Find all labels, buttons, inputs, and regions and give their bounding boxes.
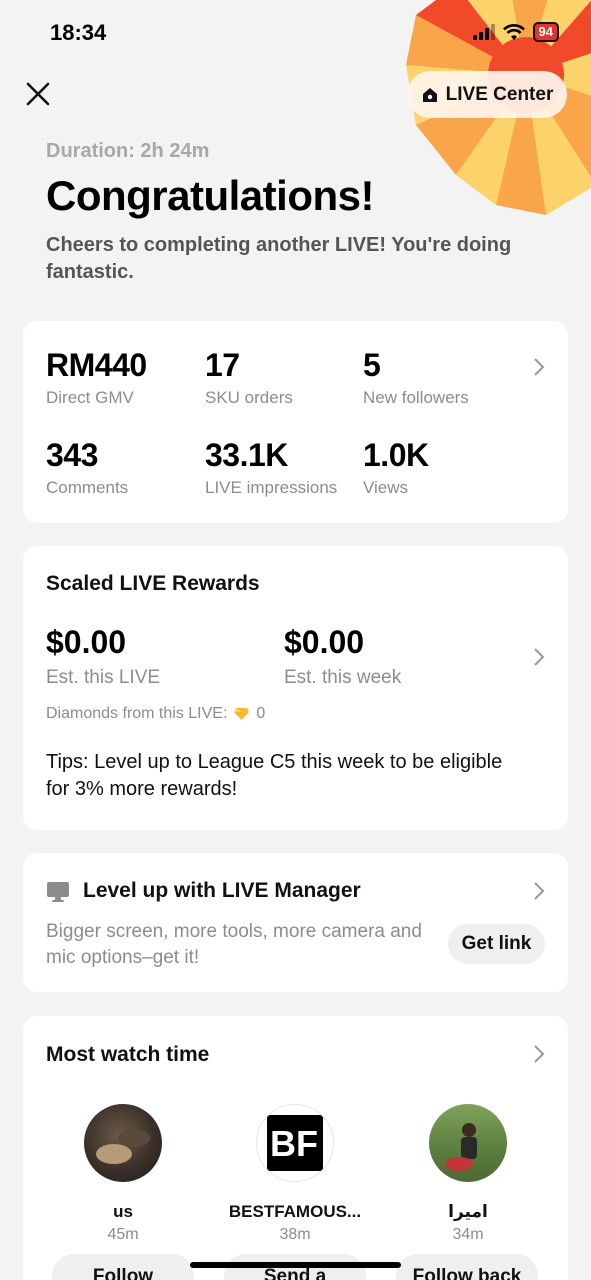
get-link-button[interactable]: Get link xyxy=(448,924,545,964)
stat-views: 1.0K Views xyxy=(363,437,429,498)
watch-time-title: Most watch time xyxy=(46,1043,210,1066)
chevron-right-icon[interactable] xyxy=(532,357,546,377)
stat-direct-gmv: RM440 Direct GMV xyxy=(46,347,147,408)
reward-label: Est. this week xyxy=(284,667,402,688)
most-watch-time-card: Most watch time us 45m BF BESTFAMOUS... … xyxy=(23,1016,568,1280)
viewer-item[interactable]: us 45m xyxy=(38,1104,208,1244)
chevron-right-icon[interactable] xyxy=(532,1044,546,1064)
avatar[interactable] xyxy=(429,1104,507,1182)
stat-value: 1.0K xyxy=(363,437,429,473)
avatar[interactable]: BF xyxy=(256,1104,334,1182)
stat-label: SKU orders xyxy=(205,388,293,407)
diamond-icon xyxy=(234,708,250,720)
wifi-icon xyxy=(502,23,525,40)
status-bar: 18:34 94 xyxy=(0,0,591,64)
reward-this-live: $0.00 Est. this LIVE xyxy=(46,624,160,689)
viewer-name: us xyxy=(113,1202,133,1221)
signal-icon xyxy=(472,24,495,40)
chevron-right-icon[interactable] xyxy=(532,881,546,901)
stats-card[interactable]: RM440 Direct GMV 17 SKU orders 5 New fol… xyxy=(23,321,568,523)
stat-value: RM440 xyxy=(46,347,147,383)
live-duration: Duration: 2h 24m xyxy=(46,140,210,162)
bf-logo-icon: BF xyxy=(267,1115,323,1171)
svg-text:BF: BF xyxy=(270,1123,318,1164)
live-center-label: LIVE Center xyxy=(445,83,554,105)
person-photo-icon xyxy=(445,1123,477,1171)
reward-this-week: $0.00 Est. this week xyxy=(284,624,401,689)
rewards-card[interactable]: Scaled LIVE Rewards $0.00 Est. this LIVE… xyxy=(23,546,568,830)
stat-label: Direct GMV xyxy=(46,388,134,407)
viewer-item[interactable]: اميرا 34m xyxy=(383,1104,553,1244)
avatar[interactable] xyxy=(84,1104,162,1182)
status-time: 18:34 xyxy=(50,20,107,45)
rewards-title: Scaled LIVE Rewards xyxy=(46,572,260,595)
stat-comments: 343 Comments xyxy=(46,437,128,498)
reward-value: $0.00 xyxy=(46,624,127,660)
shoes-photo-icon xyxy=(96,1129,150,1164)
stat-value: 5 xyxy=(363,347,381,383)
page-title: Congratulations! xyxy=(46,172,374,219)
viewer-watch-time: 45m xyxy=(107,1226,139,1243)
diamonds-value: 0 xyxy=(256,705,266,722)
follow-back-button[interactable]: Follow back xyxy=(396,1254,538,1280)
viewer-name: اميرا xyxy=(448,1202,488,1221)
chevron-right-icon[interactable] xyxy=(532,647,546,667)
viewer-watch-time: 34m xyxy=(452,1226,484,1243)
stat-value: 17 xyxy=(205,347,240,383)
rewards-tips: Tips: Level up to League C5 this week to… xyxy=(46,751,503,800)
viewer-item[interactable]: BF BESTFAMOUS... 38m xyxy=(210,1104,380,1244)
viewer-name: BESTFAMOUS... xyxy=(228,1202,362,1221)
stat-value: 33.1K xyxy=(205,437,288,473)
live-center-button[interactable]: LIVE Center xyxy=(407,71,567,118)
stat-live-impressions: 33.1K LIVE impressions xyxy=(205,437,337,498)
home-icon xyxy=(422,87,437,102)
stat-label: Comments xyxy=(46,478,129,497)
page-subtitle: Cheers to completing another LIVE! You'r… xyxy=(46,234,512,283)
stat-new-followers: 5 New followers xyxy=(363,347,469,408)
reward-label: Est. this LIVE xyxy=(46,667,161,688)
reward-value: $0.00 xyxy=(284,624,365,660)
manager-description: Bigger screen, more tools, more camera a… xyxy=(46,921,422,968)
status-icons: 94 xyxy=(472,22,559,42)
manager-title: Level up with LIVE Manager xyxy=(83,879,361,902)
stat-label: New followers xyxy=(363,388,469,407)
monitor-icon xyxy=(47,882,69,902)
battery-indicator: 94 xyxy=(532,22,559,42)
stat-sku-orders: 17 SKU orders xyxy=(205,347,293,408)
diamonds-row: Diamonds from this LIVE: 0 xyxy=(46,705,265,723)
stat-value: 343 xyxy=(46,437,98,473)
stat-label: Views xyxy=(363,478,409,497)
viewer-watch-time: 38m xyxy=(279,1226,311,1243)
close-icon[interactable] xyxy=(24,80,52,108)
stat-label: LIVE impressions xyxy=(205,478,338,497)
follow-button[interactable]: Follow xyxy=(52,1254,194,1280)
home-indicator[interactable] xyxy=(190,1262,401,1268)
live-manager-card[interactable]: Level up with LIVE Manager Bigger screen… xyxy=(23,853,568,992)
diamonds-label: Diamonds from this LIVE: xyxy=(46,705,228,722)
